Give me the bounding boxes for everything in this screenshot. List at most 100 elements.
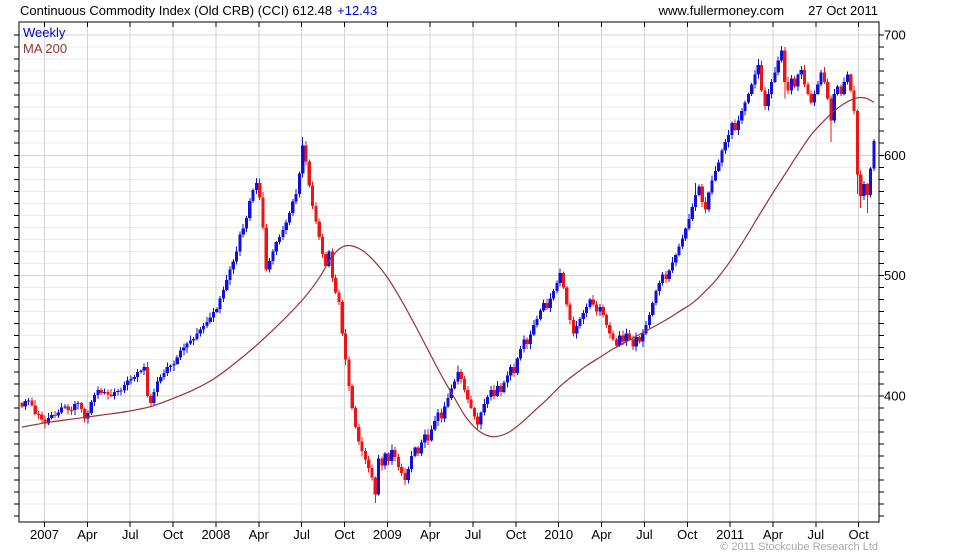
candle-body (129, 378, 133, 381)
x-axis-label: Jul (122, 527, 139, 542)
candle-body (528, 334, 533, 345)
legend: Weekly MA 200 (23, 25, 67, 57)
candle-body (710, 180, 714, 193)
candle-body (763, 90, 767, 106)
candle-body (152, 392, 156, 404)
candle-body (406, 469, 410, 480)
candle-body (188, 340, 193, 344)
candle-body (119, 390, 123, 392)
candle-body (410, 455, 414, 470)
chart-title: Continuous Commodity Index (Old CRB) (CC… (20, 3, 333, 18)
candle-wick (120, 387, 122, 396)
candle-body (277, 236, 282, 242)
candle-body (195, 333, 199, 339)
legend-ma200: MA 200 (23, 41, 68, 56)
candle-body (746, 93, 751, 103)
candle-body (499, 386, 503, 393)
candle-body (63, 406, 67, 408)
candle-body (614, 339, 618, 346)
candle-body (482, 404, 486, 413)
candle-body (700, 186, 704, 203)
candle-body (86, 412, 90, 419)
candle-body (202, 326, 206, 330)
x-axis-label: Apr (591, 527, 612, 542)
candle-body (812, 93, 817, 103)
candle-body (390, 449, 394, 461)
candle-body (707, 192, 711, 210)
candle-body (294, 193, 298, 202)
candle-body (350, 386, 354, 408)
candle-wick (170, 364, 172, 372)
date-label: 27 Oct 2011 (808, 3, 878, 18)
ma-200-line (21, 96, 875, 438)
candle-body (443, 406, 447, 419)
chart-header-right: www.fullermoney.com 27 Oct 2011 (659, 3, 878, 18)
candle-body (320, 237, 325, 254)
candle-body (258, 182, 262, 198)
candle-body (849, 74, 853, 91)
candle-body (386, 453, 391, 461)
candle-body (261, 197, 265, 228)
candle-body (155, 381, 159, 393)
candle-body (684, 228, 688, 239)
candle-body (459, 371, 463, 379)
candle-body (76, 403, 80, 405)
candle-body (736, 120, 741, 131)
candle-body (578, 318, 582, 327)
x-axis-label: 2009 (373, 527, 402, 542)
candle-body (106, 392, 110, 395)
x-axis-label: Jul (636, 527, 653, 542)
candle-body (439, 412, 443, 419)
candle-body (241, 228, 245, 235)
candle-body (20, 403, 24, 407)
candle-body (842, 81, 846, 94)
candle-body (865, 184, 869, 195)
candle-body (235, 251, 239, 262)
candle-body (268, 261, 272, 270)
candle-body (601, 306, 605, 316)
x-axis-label: Apr (77, 527, 98, 542)
candle-body (60, 407, 64, 413)
candle-body (647, 315, 651, 325)
candle-body (637, 336, 642, 342)
candle-body (479, 412, 483, 425)
candle-body (452, 381, 457, 389)
candle-wick (193, 337, 195, 345)
candle-body (512, 366, 516, 373)
candle-body (769, 81, 774, 94)
candle-body (489, 389, 493, 398)
candle-body (717, 162, 721, 171)
candle-wick (117, 388, 119, 396)
candle-body (641, 333, 645, 342)
candle-body (568, 304, 572, 321)
candle-body (826, 81, 830, 99)
candle-body (535, 318, 539, 325)
candle-body (674, 255, 678, 263)
candle-body (172, 363, 176, 366)
candle-body (112, 391, 117, 396)
candle-body (740, 110, 744, 121)
candle-body (337, 292, 341, 302)
candle-body (670, 262, 675, 271)
candle-body (733, 122, 737, 131)
candle-body (383, 453, 387, 466)
x-axis-label: Oct (677, 527, 698, 542)
candle-body (793, 78, 797, 87)
candle-body (753, 74, 757, 85)
candle-body (40, 414, 44, 420)
candle-body (56, 412, 60, 416)
candle-body (436, 412, 440, 422)
candle-body (122, 384, 126, 391)
candle-body (307, 161, 311, 186)
candle-body (532, 324, 536, 335)
candle-body (694, 194, 698, 207)
candle-body (680, 238, 684, 247)
x-axis-label: Oct (334, 527, 355, 542)
candle-body (297, 173, 301, 194)
candle-body (135, 371, 140, 377)
candle-body (89, 401, 93, 413)
candle-body (165, 367, 169, 373)
candle-body (766, 93, 770, 106)
candle-body (192, 338, 196, 341)
candle-body (743, 102, 747, 111)
